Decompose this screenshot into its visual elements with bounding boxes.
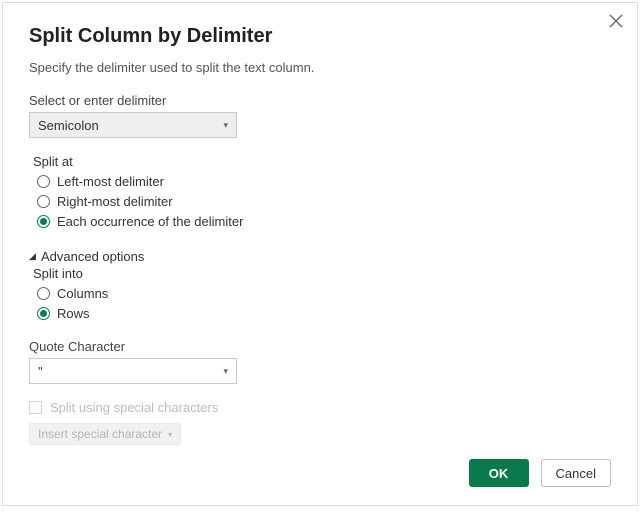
advanced-options-label: Advanced options xyxy=(41,249,144,264)
triangle-down-icon: ◢ xyxy=(29,251,37,262)
radio-icon xyxy=(37,287,50,300)
dialog-subtitle: Specify the delimiter used to split the … xyxy=(29,60,611,75)
advanced-options-toggle[interactable]: ◢ Advanced options xyxy=(29,249,611,264)
radio-icon xyxy=(37,195,50,208)
dialog-title: Split Column by Delimiter xyxy=(29,25,611,48)
checkbox-icon[interactable] xyxy=(29,401,42,414)
radio-columns[interactable]: Columns xyxy=(37,286,611,301)
radio-left-most[interactable]: Left-most delimiter xyxy=(37,174,611,189)
ok-button[interactable]: OK xyxy=(469,459,529,487)
cancel-button[interactable]: Cancel xyxy=(541,459,611,487)
split-at-label: Split at xyxy=(33,154,611,169)
delimiter-value: Semicolon xyxy=(38,118,99,133)
delimiter-select[interactable]: Semicolon ▾ xyxy=(29,112,237,138)
radio-right-most[interactable]: Right-most delimiter xyxy=(37,194,611,209)
insert-special-character-button: Insert special character ▾ xyxy=(29,423,181,445)
radio-icon xyxy=(37,215,50,228)
radio-label: Each occurrence of the delimiter xyxy=(57,214,243,229)
radio-rows[interactable]: Rows xyxy=(37,306,611,321)
split-into-group: Columns Rows xyxy=(33,286,611,321)
radio-label: Rows xyxy=(57,306,90,321)
quote-character-select[interactable]: " ▾ xyxy=(29,358,237,384)
radio-each-occurrence[interactable]: Each occurrence of the delimiter xyxy=(37,214,611,229)
quote-character-label: Quote Character xyxy=(29,339,611,354)
chevron-down-icon: ▾ xyxy=(223,120,228,131)
radio-label: Left-most delimiter xyxy=(57,174,164,189)
chevron-down-icon: ▾ xyxy=(168,430,172,439)
radio-icon xyxy=(37,175,50,188)
insert-special-label: Insert special character xyxy=(38,427,162,441)
split-into-label: Split into xyxy=(33,266,611,281)
split-special-label: Split using special characters xyxy=(50,400,218,415)
radio-label: Columns xyxy=(57,286,108,301)
radio-label: Right-most delimiter xyxy=(57,194,173,209)
close-icon[interactable] xyxy=(609,13,623,31)
chevron-down-icon: ▾ xyxy=(223,366,228,377)
dialog-button-row: OK Cancel xyxy=(469,459,611,487)
split-column-dialog: Split Column by Delimiter Specify the de… xyxy=(2,2,638,506)
split-special-checkbox-row: Split using special characters xyxy=(29,400,611,415)
split-at-group: Left-most delimiter Right-most delimiter… xyxy=(33,174,611,229)
radio-icon xyxy=(37,307,50,320)
delimiter-label: Select or enter delimiter xyxy=(29,93,611,108)
quote-character-value: " xyxy=(38,364,43,379)
